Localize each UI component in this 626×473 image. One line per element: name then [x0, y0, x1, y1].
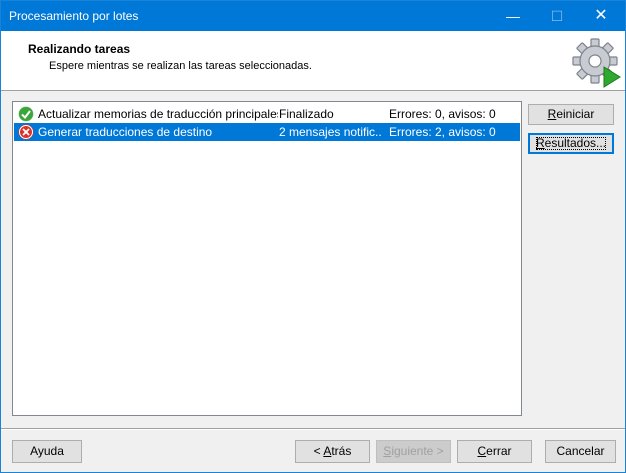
task-result: Errores: 2, avisos: 0 [389, 125, 496, 139]
results-button[interactable]: Resultados... [528, 133, 614, 154]
task-status: 2 mensajes notific... [279, 125, 381, 139]
success-check-icon [18, 106, 34, 122]
task-name: Actualizar memorias de traducción princi… [38, 107, 278, 121]
task-status: Finalizado [279, 107, 334, 121]
task-list[interactable]: Actualizar memorias de traducción princi… [12, 101, 522, 416]
restart-button[interactable]: Reiniciar [528, 104, 614, 125]
error-x-icon [18, 124, 34, 140]
close-button[interactable]: Cerrar [457, 440, 532, 463]
gear-play-icon [571, 37, 623, 89]
wizard-header: Realizando tareas Espere mientras se rea… [1, 31, 625, 91]
page-title: Realizando tareas [28, 42, 131, 56]
close-window-button[interactable]: ✕ [581, 1, 621, 31]
task-row[interactable]: Generar traducciones de destino 2 mensaj… [14, 123, 520, 141]
task-row[interactable]: Actualizar memorias de traducción princi… [14, 105, 520, 123]
back-button[interactable]: < Atrás [295, 440, 370, 463]
next-button[interactable]: Siguiente > [376, 440, 451, 463]
cancel-button[interactable]: Cancelar [545, 440, 616, 463]
minimize-button[interactable]: — [493, 1, 533, 31]
help-button[interactable]: Ayuda [12, 440, 82, 463]
window-title: Procesamiento por lotes [9, 9, 139, 23]
batch-processing-window: Procesamiento por lotes — ☐ ✕ Realizando… [0, 0, 626, 473]
page-subtitle: Espere mientras se realizan las tareas s… [49, 60, 312, 72]
task-result: Errores: 0, avisos: 0 [389, 107, 496, 121]
task-name: Generar traducciones de destino [38, 125, 213, 139]
maximize-button[interactable]: ☐ [537, 1, 577, 31]
title-bar[interactable]: Procesamiento por lotes — ☐ ✕ [1, 1, 625, 31]
